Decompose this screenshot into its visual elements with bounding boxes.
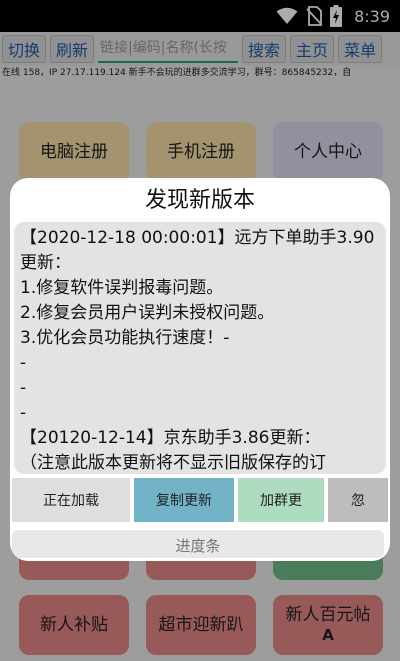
- changelog-line: -: [20, 403, 27, 423]
- dialog-title: 发现新版本: [144, 188, 255, 213]
- changelog-line: 【20120-12-14】京东助手3.86更新：: [20, 428, 321, 448]
- copy-update-button[interactable]: 复制更新: [134, 478, 234, 522]
- changelog-line: 3.优化会员功能执行速度！-: [20, 328, 230, 348]
- progress-bar: 进度条: [12, 530, 384, 558]
- loading-button[interactable]: 正在加载: [12, 478, 130, 522]
- ignore-button[interactable]: 忽: [328, 478, 388, 522]
- changelog-text[interactable]: 【2020-12-18 00:00:01】远方下单助手3.90更新： 1.修复软…: [14, 222, 386, 474]
- join-group-update-button[interactable]: 加群更: [238, 478, 324, 522]
- changelog-line: -: [20, 378, 27, 398]
- changelog-line: 1.修复软件误判报毒问题。: [20, 278, 224, 298]
- dialog-buttons: 正在加载 复制更新 加群更 忽: [12, 478, 388, 522]
- changelog-line: 【2020-12-18 00:00:01】远方下单助手3.90更新：: [20, 228, 375, 273]
- update-dialog: 发现新版本 【2020-12-18 00:00:01】远方下单助手3.90更新：…: [10, 178, 390, 561]
- changelog-line: 2.修复会员用户误判未授权问题。: [20, 303, 275, 323]
- changelog-line: -: [20, 353, 27, 373]
- changelog-line: （注意此版本更新将不显示旧版保存的订: [20, 453, 326, 473]
